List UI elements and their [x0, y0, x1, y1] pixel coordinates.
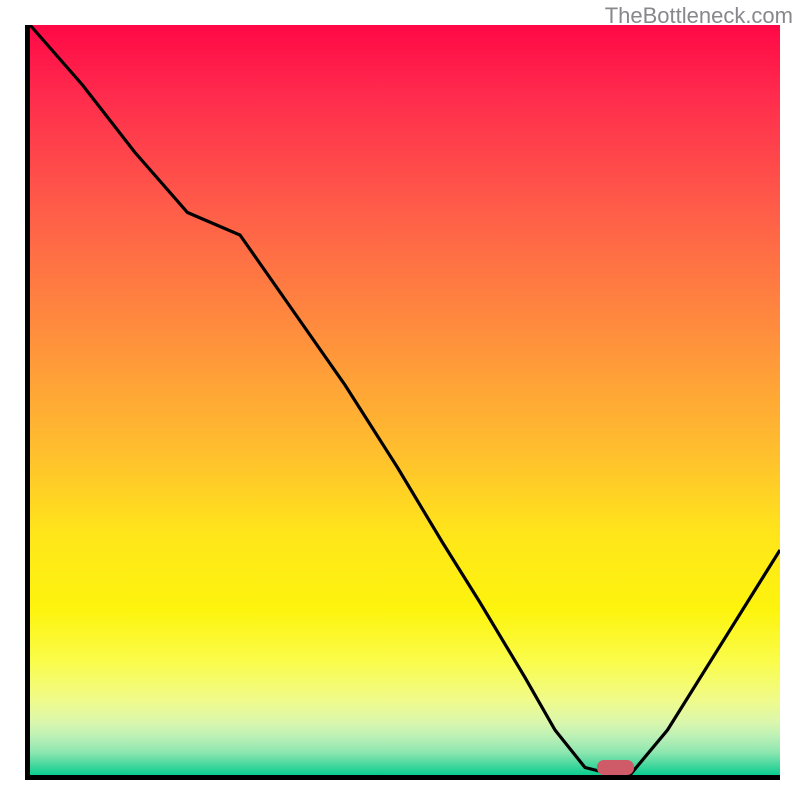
- chart-plot-area: [25, 25, 780, 780]
- optimal-marker: [597, 760, 634, 775]
- curve-svg: [30, 25, 780, 775]
- bottleneck-curve: [30, 25, 780, 775]
